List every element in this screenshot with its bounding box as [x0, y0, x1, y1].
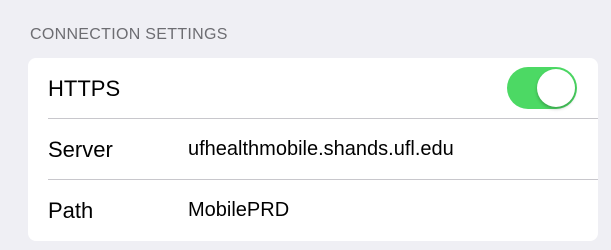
https-toggle-switch[interactable] [507, 67, 577, 109]
server-row[interactable]: Server ufhealthmobile.shands.ufl.edu [28, 119, 598, 180]
section-header-connection-settings: CONNECTION SETTINGS [30, 26, 228, 43]
toggle-knob [537, 69, 575, 107]
https-label: HTTPS [48, 75, 121, 101]
path-label: Path [48, 197, 94, 223]
path-row[interactable]: Path MobilePRD [28, 180, 598, 241]
https-row: HTTPS [28, 58, 598, 119]
server-label: Server [48, 136, 113, 162]
path-value[interactable]: MobilePRD [188, 199, 289, 222]
connection-settings-card: HTTPS Server ufhealthmobile.shands.ufl.e… [28, 58, 598, 241]
server-value[interactable]: ufhealthmobile.shands.ufl.edu [188, 138, 454, 161]
